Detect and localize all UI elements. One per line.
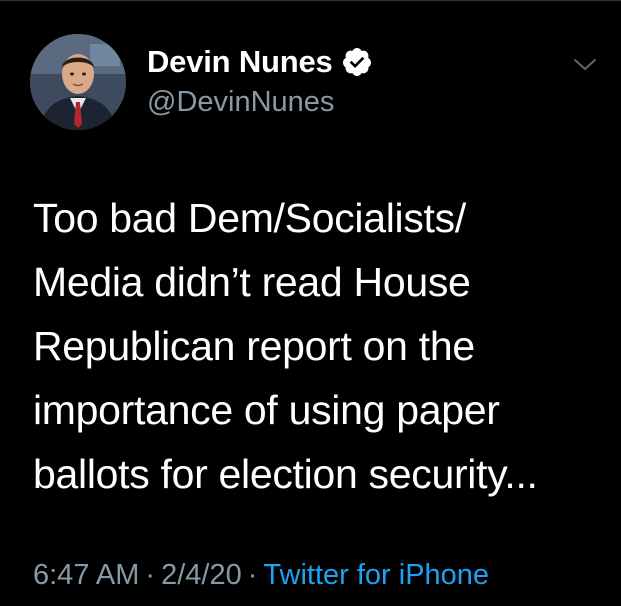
- name-row: Devin Nunes: [147, 42, 373, 82]
- avatar[interactable]: [30, 34, 126, 130]
- tweet-text: Too bad Dem/Socialists/ Media didn’t rea…: [33, 195, 538, 497]
- top-divider: [0, 0, 621, 1]
- person-portrait-icon: [30, 34, 126, 130]
- verified-badge-icon: [342, 48, 371, 76]
- user-handle[interactable]: @DevinNunes: [147, 84, 334, 120]
- meta-separator: ·: [247, 559, 258, 591]
- tweet-time[interactable]: 6:47 AM: [33, 559, 139, 591]
- meta-separator: ·: [145, 559, 156, 591]
- tweet-source-link[interactable]: Twitter for iPhone: [263, 559, 489, 591]
- display-name[interactable]: Devin Nunes: [147, 44, 333, 80]
- tweet-date[interactable]: 2/4/20: [161, 559, 242, 591]
- tweet-meta: 6:47 AM · 2/4/20 · Twitter for iPhone: [33, 557, 489, 593]
- tweet-header: Devin Nunes @DevinNunes: [30, 34, 610, 134]
- chevron-down-icon[interactable]: [572, 54, 598, 74]
